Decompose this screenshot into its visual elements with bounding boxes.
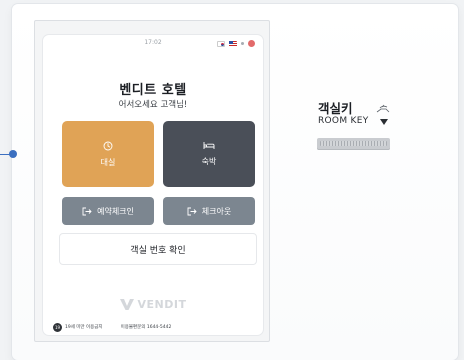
room-key-slot[interactable] [317, 138, 390, 150]
korean-flag-icon[interactable] [217, 40, 225, 47]
room-key-label-ko: 객실키 [318, 101, 353, 116]
reservation-checkin-button[interactable]: 예약체크인 [62, 197, 154, 225]
key-slot-grille [320, 141, 387, 146]
hand-tap-icon [376, 104, 390, 113]
rent-button[interactable]: 대실 [62, 121, 154, 187]
vendit-logo-mark-icon [119, 299, 134, 310]
checkin-label: 예약체크인 [97, 206, 134, 216]
vendit-logo-text: VENDIT [137, 298, 187, 311]
language-selector [217, 40, 255, 47]
hotel-name: 벤디트 호텔 [119, 83, 187, 98]
room-key-label-en: ROOM KEY [318, 116, 369, 126]
stay-button[interactable]: 숙박 [163, 121, 255, 187]
age-restriction-badge: 19 [53, 322, 62, 332]
checkout-button[interactable]: 체크아웃 [163, 197, 255, 225]
us-flag-icon[interactable] [229, 40, 237, 47]
stay-label: 숙박 [201, 157, 217, 166]
bed-icon [203, 142, 215, 149]
rent-label: 대실 [100, 157, 116, 167]
clock-icon [103, 141, 113, 150]
screen-bezel: 17:02 벤디트 호텔 어서오세요 고객님! 대실 숙박 예약체크인 체크아웃… [34, 20, 270, 342]
record-dot-icon [248, 40, 255, 47]
separator-dot-icon [241, 42, 244, 45]
age-restriction-text: 19세 미만 이용금지 [65, 325, 103, 330]
kiosk-screen: 17:02 벤디트 호텔 어서오세요 고객님! 대실 숙박 예약체크인 체크아웃… [43, 35, 263, 335]
arrow-down-icon [380, 119, 388, 125]
indicator-dot [9, 150, 17, 158]
logout-icon [187, 207, 197, 215]
support-phone-text: 이용불편문의 1644-5442 [120, 325, 172, 330]
login-icon [82, 207, 92, 215]
room-number-check-button[interactable]: 객실 번호 확인 [59, 233, 257, 265]
welcome-message: 어서오세요 고객님! [118, 100, 188, 110]
footer-notice: 19 19세 미만 이용금지 이용불편문의 1644-5442 [53, 322, 253, 332]
checkout-label: 체크아웃 [201, 206, 232, 216]
status-bar: 17:02 [43, 35, 263, 53]
vendit-logo: VENDIT [43, 298, 263, 311]
